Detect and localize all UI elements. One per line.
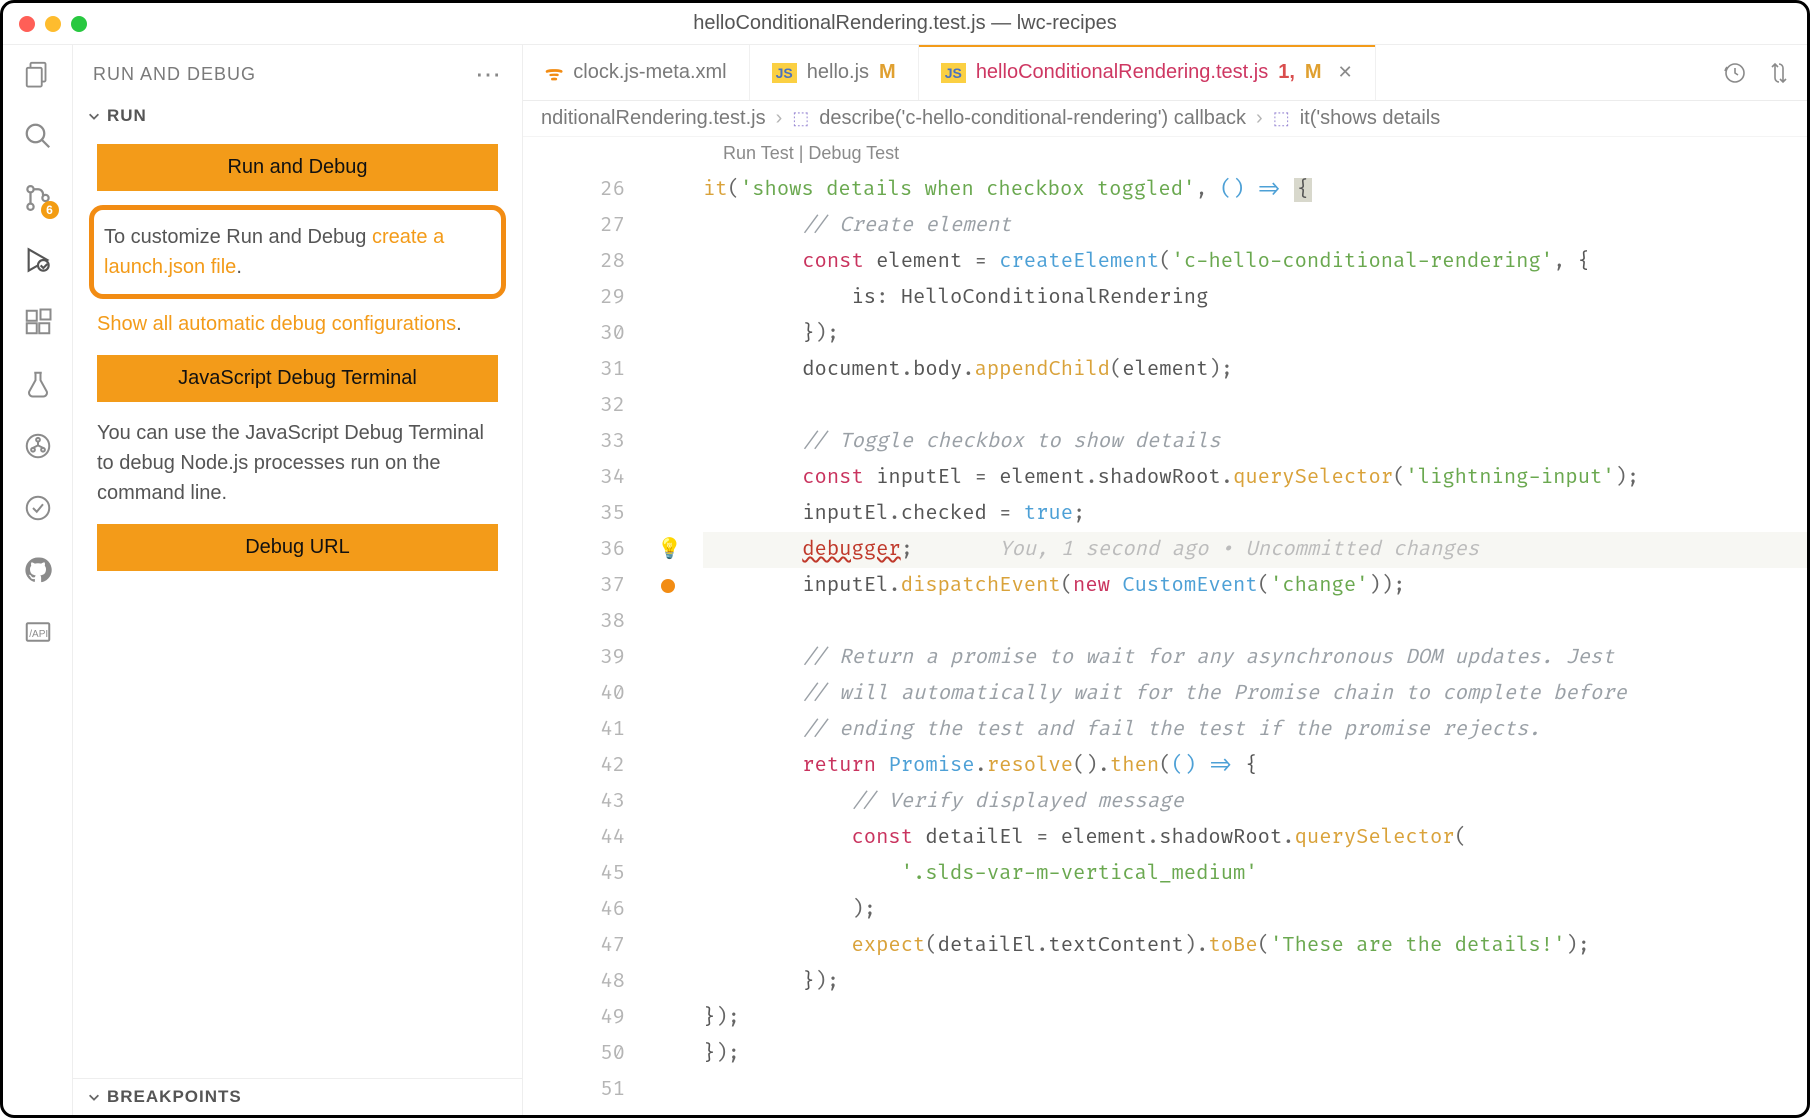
scm-badge: 6: [41, 201, 59, 219]
customize-text: To customize Run and Debug: [104, 226, 372, 248]
git-graph-icon[interactable]: [21, 429, 55, 463]
window-title: helloConditionalRendering.test.js — lwc-…: [693, 12, 1117, 35]
api-icon[interactable]: /API: [21, 615, 55, 649]
breadcrumb-seg-describe[interactable]: describe('c-hello-conditional-rendering'…: [819, 107, 1246, 130]
debug-test-codelens[interactable]: Debug Test: [808, 143, 899, 163]
modified-indicator: M: [879, 61, 896, 84]
breakpoint-icon[interactable]: [661, 579, 675, 593]
sidebar-title: RUN AND DEBUG: [93, 64, 256, 85]
chevron-down-icon: [87, 1090, 101, 1104]
problem-count: 1,: [1278, 61, 1295, 84]
js-icon: JS: [941, 63, 966, 83]
rss-icon: ᯤ: [545, 59, 563, 86]
code-editor[interactable]: 2627282930313233343536373839404142434445…: [523, 172, 1807, 1115]
tab-label: hello.js: [807, 61, 869, 84]
search-icon[interactable]: [21, 119, 55, 153]
tab-hello-conditional-test[interactable]: JS helloConditionalRendering.test.js 1, …: [919, 45, 1376, 100]
tab-bar: ᯤ clock.js-meta.xml JS hello.js M JS hel…: [523, 45, 1807, 101]
sidebar-header: RUN AND DEBUG ⋯: [73, 45, 522, 98]
github-icon[interactable]: [21, 553, 55, 587]
explorer-icon[interactable]: [21, 57, 55, 91]
js-debug-terminal-button[interactable]: JavaScript Debug Terminal: [97, 355, 498, 402]
breadcrumb-seg-file[interactable]: nditionalRendering.test.js: [541, 107, 766, 130]
show-all-configs-link[interactable]: Show all automatic debug configurations: [97, 313, 456, 335]
minimize-window-button[interactable]: [45, 16, 61, 32]
timeline-icon[interactable]: [1723, 61, 1747, 85]
chevron-down-icon: [87, 109, 101, 123]
tab-label: clock.js-meta.xml: [573, 61, 726, 84]
marker-gutter[interactable]: 💡: [643, 172, 703, 1115]
js-icon: JS: [772, 63, 797, 83]
testing-icon[interactable]: [21, 367, 55, 401]
modified-indicator: M: [1305, 61, 1322, 84]
code-lens: Run Test | Debug Test: [523, 137, 1807, 172]
extensions-icon[interactable]: [21, 305, 55, 339]
code-content[interactable]: it('shows details when checkbox toggled'…: [703, 172, 1807, 1115]
run-and-debug-button[interactable]: Run and Debug: [97, 144, 498, 191]
maximize-window-button[interactable]: [71, 16, 87, 32]
close-tab-icon[interactable]: ✕: [1338, 62, 1353, 83]
diff-icon[interactable]: [1767, 61, 1791, 85]
more-actions-icon[interactable]: ⋯: [475, 59, 502, 90]
line-number-gutter: 2627282930313233343536373839404142434445…: [523, 172, 643, 1115]
debug-url-button[interactable]: Debug URL: [97, 524, 498, 571]
js-terminal-description: You can use the JavaScript Debug Termina…: [73, 412, 522, 514]
tab-clock-xml[interactable]: ᯤ clock.js-meta.xml: [523, 45, 750, 100]
breadcrumb[interactable]: nditionalRendering.test.js › ⬚ describe(…: [523, 101, 1807, 137]
source-control-icon[interactable]: 6: [21, 181, 55, 215]
tab-hello-js[interactable]: JS hello.js M: [750, 45, 919, 100]
editor-group: ᯤ clock.js-meta.xml JS hello.js M JS hel…: [523, 45, 1807, 1115]
run-section-header[interactable]: RUN: [73, 98, 522, 134]
breakpoints-section-label: BREAKPOINTS: [107, 1087, 242, 1107]
run-section-label: RUN: [107, 106, 147, 126]
task-icon[interactable]: [21, 491, 55, 525]
chevron-right-icon: ›: [1256, 107, 1263, 130]
cube-icon: ⬚: [1273, 108, 1290, 129]
svg-text:/API: /API: [29, 629, 48, 640]
window-controls: [19, 16, 87, 32]
activity-bar: 6 /API: [3, 45, 73, 1115]
chevron-right-icon: ›: [776, 107, 783, 130]
breadcrumb-seg-it[interactable]: it('shows details: [1300, 107, 1441, 130]
titlebar: helloConditionalRendering.test.js — lwc-…: [3, 3, 1807, 45]
lightbulb-icon[interactable]: 💡: [657, 538, 682, 562]
create-launch-json-callout: To customize Run and Debug create a laun…: [89, 205, 506, 299]
tab-label: helloConditionalRendering.test.js: [976, 61, 1268, 84]
sidebar: RUN AND DEBUG ⋯ RUN Run and Debug To cus…: [73, 45, 523, 1115]
run-test-codelens[interactable]: Run Test: [723, 143, 794, 163]
breakpoints-section-header[interactable]: BREAKPOINTS: [73, 1079, 522, 1115]
cube-icon: ⬚: [792, 108, 809, 129]
close-window-button[interactable]: [19, 16, 35, 32]
tab-actions: [1707, 45, 1807, 100]
run-debug-icon[interactable]: [21, 243, 55, 277]
